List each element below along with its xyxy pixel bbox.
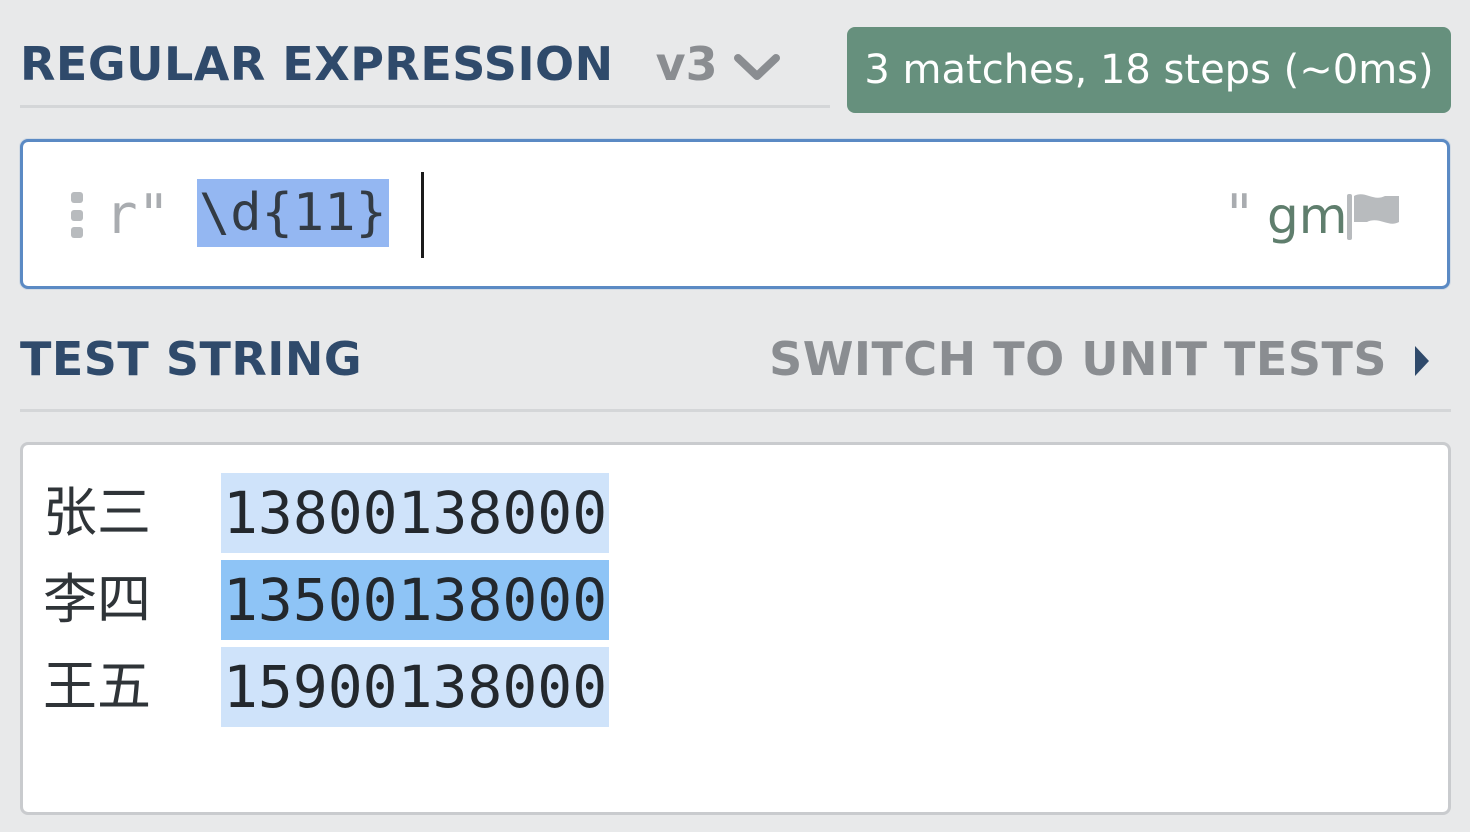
match-info-badge: 3 matches, 18 steps (~0ms) bbox=[847, 27, 1451, 113]
regex-delimiter-close: " bbox=[1223, 183, 1256, 246]
regex-section-header: REGULAR EXPRESSION v3 bbox=[20, 22, 830, 108]
contact-name: 李四 bbox=[43, 568, 151, 631]
test-line: 张三 13800138000 bbox=[43, 473, 610, 553]
regex-pattern[interactable]: \d{11} bbox=[197, 179, 389, 247]
test-line: 王五 15900138000 bbox=[43, 647, 610, 727]
flavor-selector[interactable]: v3 bbox=[656, 37, 780, 91]
regex-delimiter-open: r" bbox=[105, 183, 171, 246]
triangle-right-icon bbox=[1415, 346, 1429, 376]
switch-to-unit-tests-label: SWITCH TO UNIT TESTS bbox=[769, 332, 1387, 386]
test-string-title: TEST STRING bbox=[20, 332, 363, 386]
regex-editor: REGULAR EXPRESSION v3 3 matches, 18 step… bbox=[0, 0, 1470, 832]
regex-input[interactable]: r" \d{11} " gm bbox=[20, 139, 1450, 289]
flavor-label: v3 bbox=[655, 36, 718, 91]
match-highlight-active: 13500138000 bbox=[221, 560, 610, 640]
contact-name: 王五 bbox=[43, 655, 151, 718]
test-string-input[interactable]: 张三 13800138000 李四 13500138000 王五 1590013… bbox=[20, 442, 1451, 815]
switch-to-unit-tests-link[interactable]: SWITCH TO UNIT TESTS bbox=[769, 332, 1431, 386]
match-highlight: 15900138000 bbox=[221, 647, 610, 727]
regex-flags[interactable]: gm bbox=[1267, 184, 1347, 248]
test-string-header: TEST STRING SWITCH TO UNIT TESTS bbox=[20, 324, 1451, 412]
regex-section-title: REGULAR EXPRESSION bbox=[20, 36, 614, 91]
contact-name: 张三 bbox=[43, 481, 151, 544]
drag-handle-icon[interactable] bbox=[71, 192, 85, 238]
flag-icon[interactable] bbox=[1345, 190, 1401, 242]
chevron-down-icon bbox=[733, 53, 780, 80]
text-cursor bbox=[421, 172, 424, 258]
test-line: 李四 13500138000 bbox=[43, 560, 610, 640]
match-highlight: 13800138000 bbox=[221, 473, 610, 553]
